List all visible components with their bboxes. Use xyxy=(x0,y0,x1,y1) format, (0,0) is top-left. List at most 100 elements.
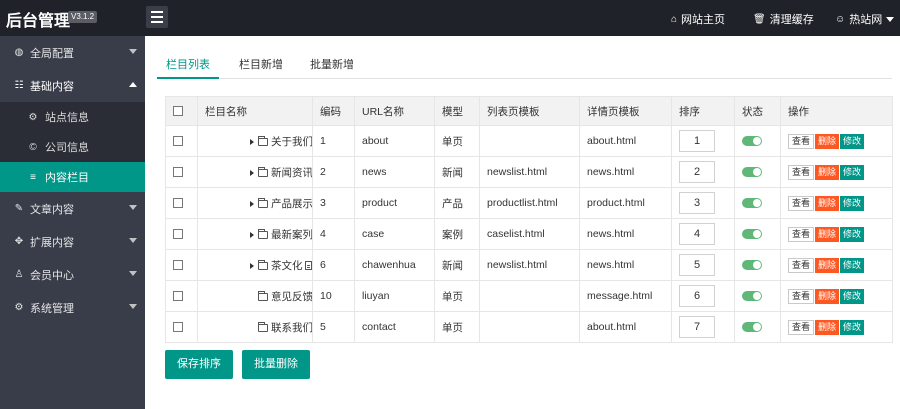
order-input[interactable] xyxy=(679,316,715,338)
order-input[interactable] xyxy=(679,130,715,152)
edit-icon: ✎ xyxy=(14,203,24,214)
sidebar-subitem-company-info[interactable]: © 公司信息 xyxy=(0,132,145,162)
caret-down-icon xyxy=(886,16,895,22)
status-toggle[interactable] xyxy=(742,260,762,271)
sidebar-subitem-content-columns[interactable]: ≡ 内容栏目 xyxy=(0,162,145,192)
view-button[interactable]: 查看 xyxy=(788,226,815,242)
sliders-icon: ☷ xyxy=(14,80,24,91)
code-cell: 2 xyxy=(312,156,355,188)
status-toggle[interactable] xyxy=(742,136,762,147)
delete-button[interactable]: 删除 xyxy=(815,288,840,304)
tab-column-add[interactable]: 栏目新增 xyxy=(230,52,292,79)
sidebar-item-label: 文章内容 xyxy=(30,203,74,216)
view-button[interactable]: 查看 xyxy=(788,257,815,273)
folder-open-icon xyxy=(258,321,268,332)
status-toggle[interactable] xyxy=(742,291,762,302)
code-cell: 10 xyxy=(312,280,355,312)
view-button[interactable]: 查看 xyxy=(788,288,815,304)
order-input[interactable] xyxy=(679,223,715,245)
name-cell: 联系我们 xyxy=(197,311,313,343)
edit-button[interactable]: 修改 xyxy=(840,226,865,242)
row-checkbox[interactable] xyxy=(173,229,183,240)
url-cell: news xyxy=(354,156,435,188)
delete-button[interactable]: 删除 xyxy=(815,133,840,149)
code-cell: 4 xyxy=(312,218,355,250)
sidebar-item-member-center[interactable]: ♙ 会员中心 xyxy=(0,258,145,291)
tab-column-list[interactable]: 栏目列表 xyxy=(157,52,219,79)
row-checkbox[interactable] xyxy=(173,167,183,178)
delete-button[interactable]: 删除 xyxy=(815,257,840,273)
user-menu[interactable]: ☺ 热站网 xyxy=(835,11,895,27)
edit-button[interactable]: 修改 xyxy=(840,195,865,211)
select-all-checkbox[interactable] xyxy=(173,106,183,117)
sidebar-item-system-management[interactable]: ⚙ 系统管理 xyxy=(0,291,145,324)
clear-cache-label: 清理缓存 xyxy=(769,14,814,26)
trash-icon: 🗑 xyxy=(753,13,766,25)
sidebar-item-label: 系统管理 xyxy=(30,302,74,315)
expand-arrow-icon[interactable] xyxy=(250,200,254,207)
edit-button[interactable]: 修改 xyxy=(840,133,865,149)
gear-icon: ⚙ xyxy=(14,302,24,313)
sidebar: ◍ 全局配置 ☷ 基础内容 ⚙ 站点信息 © 公司信息 ≡ 内容栏目 ✎ 文章内… xyxy=(0,36,145,409)
status-toggle[interactable] xyxy=(742,198,762,209)
column-header: 模型 xyxy=(434,96,480,126)
delete-button[interactable]: 删除 xyxy=(815,195,840,211)
order-cell xyxy=(671,125,735,157)
row-checkbox[interactable] xyxy=(173,291,183,302)
row-select-cell xyxy=(165,125,198,157)
home-link[interactable]: ⌂ 网站主页 xyxy=(671,11,725,27)
menu-toggle-button[interactable] xyxy=(146,6,168,28)
expand-arrow-icon[interactable] xyxy=(250,169,254,176)
delete-button[interactable]: 删除 xyxy=(815,164,840,180)
row-checkbox[interactable] xyxy=(173,136,183,147)
model-cell: 新闻 xyxy=(434,249,480,281)
delete-button[interactable]: 删除 xyxy=(815,226,840,242)
expand-arrow-icon[interactable] xyxy=(250,231,254,238)
code-cell: 5 xyxy=(312,311,355,343)
batch-delete-button[interactable]: 批量删除 xyxy=(242,350,310,379)
status-toggle[interactable] xyxy=(742,322,762,333)
edit-button[interactable]: 修改 xyxy=(840,288,865,304)
table-row: 关于我们 1 about 单页 about.html 查看删除修改 xyxy=(165,125,893,157)
model-cell: 单页 xyxy=(434,311,480,343)
save-order-button[interactable]: 保存排序 xyxy=(165,350,233,379)
clear-cache-link[interactable]: 🗑 清理缓存 xyxy=(753,11,814,27)
order-input[interactable] xyxy=(679,285,715,307)
edit-button[interactable]: 修改 xyxy=(840,319,865,335)
folder-icon xyxy=(258,166,268,177)
expand-arrow-icon[interactable] xyxy=(250,138,254,145)
sidebar-item-extended-content[interactable]: ✥ 扩展内容 xyxy=(0,225,145,258)
actions-cell: 查看 删除 修改 xyxy=(780,218,893,250)
sidebar-item-basic-content[interactable]: ☷ 基础内容 xyxy=(0,69,145,102)
tab-batch-add[interactable]: 批量新增 xyxy=(301,52,363,79)
view-button[interactable]: 查看 xyxy=(788,133,815,149)
view-button[interactable]: 查看 xyxy=(788,195,815,211)
row-checkbox[interactable] xyxy=(173,260,183,271)
status-toggle[interactable] xyxy=(742,167,762,178)
sidebar-item-article-content[interactable]: ✎ 文章内容 xyxy=(0,192,145,225)
url-cell: liuyan xyxy=(354,280,435,312)
delete-button[interactable]: 删除 xyxy=(815,319,840,335)
row-checkbox[interactable] xyxy=(173,198,183,209)
column-table: 栏目名称 编码 URL名称 模型 列表页模板 详情页模板 排序 状态 操作 关于… xyxy=(165,96,893,343)
order-input[interactable] xyxy=(679,161,715,183)
expand-arrow-icon[interactable] xyxy=(250,262,254,269)
sidebar-subitem-site-info[interactable]: ⚙ 站点信息 xyxy=(0,102,145,132)
sidebar-item-global-config[interactable]: ◍ 全局配置 xyxy=(0,36,145,69)
name-cell: 关于我们 xyxy=(197,125,313,157)
view-button[interactable]: 查看 xyxy=(788,319,815,335)
row-checkbox[interactable] xyxy=(173,322,183,333)
column-name: 关于我们 xyxy=(271,135,313,148)
edit-button[interactable]: 修改 xyxy=(840,164,865,180)
version-badge: V3.1.2 xyxy=(68,11,98,23)
order-input[interactable] xyxy=(679,192,715,214)
view-button[interactable]: 查看 xyxy=(788,164,815,180)
caret-up-icon xyxy=(129,82,137,87)
list-template-cell: productlist.html xyxy=(479,187,580,219)
order-input[interactable] xyxy=(679,254,715,276)
hamburger-icon xyxy=(151,11,163,13)
row-select-cell xyxy=(165,280,198,312)
status-toggle[interactable] xyxy=(742,229,762,240)
edit-button[interactable]: 修改 xyxy=(840,257,865,273)
name-cell: 最新案列 xyxy=(197,218,313,250)
